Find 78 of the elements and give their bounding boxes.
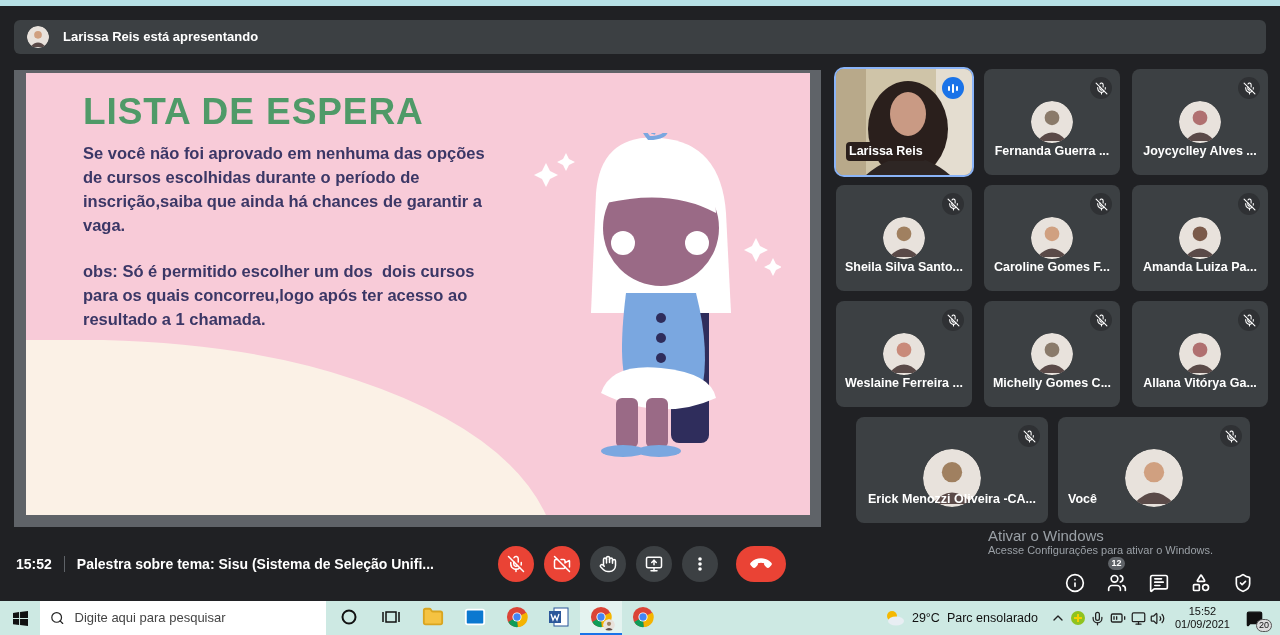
participant-name: Amanda Luiza Pa... [1142, 259, 1258, 277]
mail-icon [464, 606, 486, 628]
slide-title: LISTA DE ESPERA [83, 90, 425, 134]
camera-off-icon [553, 555, 571, 573]
participant-tile[interactable]: Amanda Luiza Pa... [1132, 185, 1268, 291]
slide-paragraph: Se você não foi aprovado em nenhuma das opções de cursos escolhidas durante o período de inscrição,saiba que ainda há chances de garantir a vaga. [83, 143, 486, 236]
search-input[interactable]: Digite aqui para pesquisar [74, 608, 316, 628]
participant-count-badge: 12 [1108, 557, 1125, 570]
avatar [883, 217, 925, 259]
circle-icon [341, 609, 357, 625]
avatar [1031, 217, 1073, 259]
activation-text: Acesse Configurações para ativar o Windows. [988, 544, 1213, 557]
participant-tile[interactable]: Allana Vitórya Ga... [1132, 301, 1268, 407]
avatar [1179, 217, 1221, 259]
task-view-icon [382, 609, 400, 625]
meeting-time: 15:52 [16, 554, 52, 574]
more-options-button[interactable] [682, 546, 718, 582]
chat-icon [1149, 573, 1169, 593]
participant-tile[interactable]: Sheila Silva Santo... [836, 185, 972, 291]
folder-icon [422, 606, 444, 628]
participant-tile[interactable]: Fernanda Guerra ... [984, 69, 1120, 175]
battery-icon [1109, 610, 1126, 626]
update-icon [1069, 610, 1086, 626]
avatar [883, 333, 925, 375]
search-icon [50, 610, 65, 626]
participant-name: Joycyclley Alves ... [1142, 143, 1258, 161]
avatar [1179, 333, 1221, 375]
microphone-button[interactable] [498, 546, 534, 582]
participant-tile[interactable]: Você [1058, 417, 1250, 523]
info-icon [1065, 573, 1085, 593]
meeting-title: Palestra sobre tema: Sisu (Sistema de Seleção Unifi... [76, 554, 434, 574]
presenter-text: Larissa Reis está apresentando [63, 28, 259, 47]
search-field[interactable]: Digite aqui para pesquisar [40, 601, 326, 635]
network-icon [1130, 610, 1146, 626]
people-icon [1107, 573, 1127, 593]
profile-avatar [603, 619, 615, 631]
participant-name: Caroline Gomes F... [993, 259, 1111, 277]
participant-tile[interactable]: Michelly Gomes C... [984, 301, 1120, 407]
raise-hand-button[interactable] [590, 546, 626, 582]
participant-name: Weslaine Ferreira ... [844, 375, 964, 393]
notification-count: 20 [1256, 619, 1272, 632]
info-button[interactable] [1063, 571, 1087, 595]
avatar [1125, 449, 1183, 507]
present-button[interactable] [636, 546, 672, 582]
document-app-icon [548, 606, 570, 628]
shapes-icon [1191, 573, 1211, 593]
participant-tile[interactable]: Weslaine Ferreira ... [836, 301, 972, 407]
participant-tile[interactable]: Caroline Gomes F... [984, 185, 1120, 291]
participant-name: Michelly Gomes C... [991, 375, 1113, 393]
microphone-icon [1089, 610, 1105, 626]
clock-time: 15:52 [1188, 605, 1217, 618]
avatar [1179, 101, 1221, 143]
weather-condition: Parc ensolarado [946, 609, 1038, 627]
presenter-avatar [27, 26, 49, 48]
participant-name: Larissa Reis [846, 142, 926, 161]
avatar [1031, 333, 1073, 375]
participant-name: Fernanda Guerra ... [993, 143, 1111, 161]
present-screen-icon [645, 555, 663, 573]
hand-icon [599, 555, 617, 573]
chrome-icon [506, 606, 528, 628]
avatar [1031, 101, 1073, 143]
microphone-off-icon [507, 555, 525, 573]
volume-icon [1149, 610, 1165, 626]
activation-title: Ativar o Windows [988, 527, 1105, 544]
clock-date: 01/09/2021 [1174, 618, 1230, 631]
chrome-icon [632, 606, 654, 628]
participant-name: Você [1068, 491, 1097, 509]
more-vertical-icon [698, 557, 702, 571]
camera-button[interactable] [544, 546, 580, 582]
weather-temperature: 29°C [911, 609, 940, 627]
participant-tile[interactable]: Larissa Reis [836, 69, 972, 175]
hang-up-button[interactable] [736, 546, 786, 582]
shield-icon [1233, 573, 1253, 593]
participant-name: Sheila Silva Santo... [843, 259, 965, 277]
participant-name: Allana Vitórya Ga... [1142, 375, 1258, 393]
slide-paragraph: obs: Só é permitido escolher um dos dois cursos para os quais concorreu,logo após ter acesso ao resultado a 1 chamada. [83, 261, 476, 330]
participant-tile[interactable]: Joycyclley Alves ... [1132, 69, 1268, 175]
windows-logo-icon [12, 610, 28, 626]
